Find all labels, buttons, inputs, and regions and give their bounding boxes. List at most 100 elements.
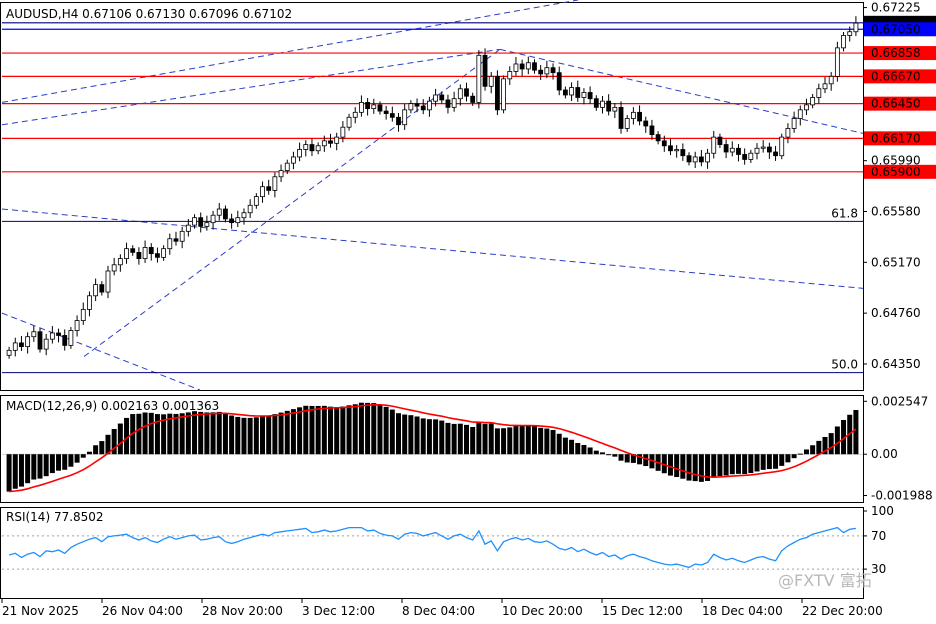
bear-candle: [155, 253, 160, 258]
bear-candle: [470, 95, 476, 103]
bull-candle: [303, 144, 309, 150]
bear-candle: [717, 136, 723, 145]
macd-bar: [587, 447, 593, 455]
bull-candle: [501, 78, 506, 111]
macd-bar: [433, 419, 439, 455]
bull-candle: [847, 31, 853, 36]
bull-candle: [161, 248, 167, 258]
bear-candle: [736, 147, 741, 155]
bull-candle: [779, 136, 785, 157]
price-tick-label: 0.66450: [871, 97, 921, 111]
bull-candle: [754, 147, 760, 154]
bull-candle: [278, 170, 284, 178]
bull-candle: [12, 342, 18, 351]
bull-candle: [31, 331, 37, 338]
macd-bar: [303, 405, 309, 455]
bull-candle: [111, 264, 117, 272]
macd-bar: [791, 454, 797, 459]
time-tick-label: 3 Dec 12:00: [302, 604, 375, 618]
macd-bar: [352, 404, 358, 455]
symbol-header: AUDUSD,H4 0.67106 0.67130 0.67096 0.6710…: [6, 7, 292, 21]
bear-candle: [593, 98, 599, 108]
bull-candle: [705, 152, 710, 163]
bear-candle: [420, 105, 426, 111]
bull-candle: [334, 136, 340, 144]
bull-candle: [210, 214, 216, 224]
macd-bar: [643, 454, 649, 466]
bull-candle: [612, 106, 618, 112]
macd-bar: [569, 439, 575, 455]
bear-candle: [532, 62, 537, 71]
macd-bar: [31, 454, 37, 480]
macd-bar: [828, 433, 834, 455]
macd-bar: [216, 411, 222, 455]
macd-bar: [674, 454, 680, 478]
macd-bar: [136, 413, 142, 455]
time-tick-label: 15 Dec 12:00: [602, 604, 683, 618]
macd-bar: [550, 430, 556, 455]
macd-bar: [278, 412, 284, 455]
macd-bar: [49, 454, 55, 474]
bull-candle: [488, 75, 494, 87]
bull-candle: [451, 98, 457, 108]
macd-bar: [488, 423, 494, 455]
macd-bar: [513, 426, 519, 455]
time-tick-label: 22 Dec 20:00: [802, 604, 883, 618]
bull-candle: [167, 238, 173, 250]
macd-bar: [328, 406, 334, 455]
chart-canvas: 61.850.00.672250.671020.670500.668580.66…: [0, 0, 936, 624]
macd-bar: [235, 416, 241, 455]
macd-bar: [334, 407, 340, 455]
bull-candle: [834, 47, 840, 77]
bull-candle: [513, 63, 519, 72]
macd-bar: [599, 452, 605, 455]
bear-candle: [377, 104, 383, 112]
bull-candle: [630, 111, 636, 119]
macd-bar: [618, 454, 624, 461]
fib-label: 50.0: [831, 358, 858, 372]
bear-candle: [136, 252, 142, 260]
macd-bar: [389, 409, 395, 455]
bear-candle: [130, 248, 136, 253]
macd-bar: [18, 454, 24, 487]
macd-bar: [612, 454, 618, 457]
macd-bar: [779, 454, 785, 466]
bull-candle: [253, 196, 259, 206]
macd-bar: [711, 454, 717, 478]
bear-candle: [414, 103, 420, 107]
bear-candle: [495, 75, 500, 111]
macd-bar: [457, 423, 463, 455]
macd-bar: [742, 454, 748, 475]
bull-candle: [427, 100, 432, 111]
macd-bar: [185, 412, 191, 455]
bull-candle: [408, 103, 414, 111]
bear-candle: [396, 116, 401, 126]
macd-bar: [142, 412, 148, 455]
bull-candle: [476, 54, 482, 103]
macd-bar: [531, 426, 537, 455]
macd-bar: [575, 443, 581, 455]
macd-bar: [68, 454, 74, 467]
bull-candle: [581, 92, 587, 98]
price-tick-label: 0.67225: [871, 1, 921, 15]
bear-candle: [229, 218, 235, 224]
rsi-tick-label: 100: [871, 504, 894, 518]
price-tick-label: 0.67050: [871, 22, 921, 36]
bear-candle: [19, 342, 24, 348]
macd-bar: [321, 405, 327, 455]
bull-candle: [853, 22, 859, 33]
time-tick-label: 28 Nov 20:00: [202, 604, 283, 618]
bull-candle: [729, 147, 735, 153]
macd-bar: [173, 413, 179, 455]
bear-candle: [383, 110, 389, 114]
bull-candle: [359, 102, 364, 113]
macd-bar: [86, 451, 92, 455]
macd-bar: [402, 414, 408, 455]
bear-candle: [550, 67, 556, 74]
macd-bar: [785, 454, 791, 463]
bull-candle: [828, 75, 834, 85]
bear-candle: [62, 335, 68, 346]
macd-bar: [816, 440, 822, 455]
bear-candle: [328, 140, 333, 144]
bull-candle: [241, 212, 247, 219]
